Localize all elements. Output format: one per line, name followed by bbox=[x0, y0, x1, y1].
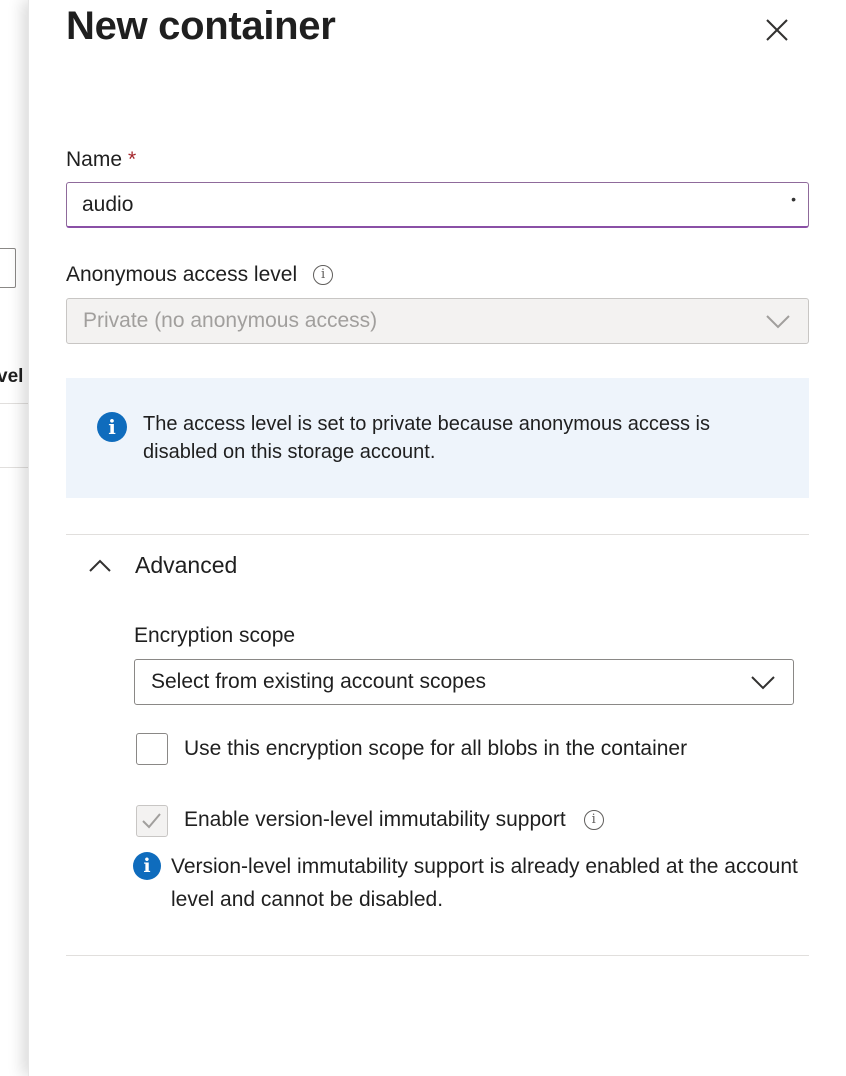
close-icon bbox=[766, 19, 788, 41]
info-icon[interactable]: i bbox=[313, 265, 334, 285]
access-level-selected: Private (no anonymous access) bbox=[83, 309, 378, 332]
advanced-label: Advanced bbox=[135, 552, 238, 578]
background-divider bbox=[0, 403, 28, 404]
immutability-checkbox-text: Enable version-level immutability suppor… bbox=[184, 808, 566, 831]
access-level-dropdown[interactable]: Private (no anonymous access) bbox=[66, 298, 809, 344]
encryption-scope-label: Encryption scope bbox=[134, 624, 296, 647]
chevron-down-icon bbox=[766, 315, 790, 329]
section-divider bbox=[66, 534, 809, 535]
background-divider bbox=[0, 467, 28, 468]
close-button[interactable] bbox=[759, 12, 795, 48]
info-icon[interactable]: i bbox=[583, 810, 604, 830]
immutability-checkbox-label: Enable version-level immutability suppor… bbox=[184, 808, 604, 832]
new-container-panel: New container Name * audio • Anonymous ac… bbox=[28, 0, 846, 1076]
info-filled-icon: i bbox=[97, 412, 127, 442]
background-blade: vel bbox=[0, 0, 28, 1076]
use-scope-checkbox[interactable] bbox=[136, 733, 168, 765]
immutability-note: Version-level immutability support is al… bbox=[171, 855, 798, 911]
use-scope-checkbox-label: Use this encryption scope for all blobs … bbox=[184, 737, 688, 760]
advanced-toggle[interactable]: Advanced bbox=[87, 552, 237, 579]
name-label-text: Name bbox=[66, 148, 123, 171]
name-label: Name * bbox=[66, 148, 136, 172]
info-banner: i The access level is set to private bec… bbox=[66, 378, 809, 498]
access-level-label: Anonymous access level i bbox=[66, 263, 334, 287]
chevron-down-icon bbox=[751, 676, 775, 690]
info-filled-icon: i bbox=[133, 852, 161, 880]
background-partial-label: vel bbox=[0, 366, 24, 387]
access-level-label-text: Anonymous access level bbox=[66, 263, 298, 286]
name-input-value: audio bbox=[82, 192, 134, 216]
immutability-checkbox[interactable] bbox=[136, 805, 168, 837]
panel-title: New container bbox=[66, 4, 336, 48]
background-input bbox=[0, 248, 16, 288]
info-banner-message: The access level is set to private becau… bbox=[143, 413, 710, 463]
required-marker: * bbox=[128, 148, 137, 171]
checkmark-icon bbox=[142, 813, 161, 829]
section-divider bbox=[66, 955, 809, 956]
chevron-up-icon bbox=[89, 559, 111, 572]
encryption-scope-dropdown[interactable]: Select from existing account scopes bbox=[134, 659, 794, 705]
name-input[interactable]: audio • bbox=[66, 182, 809, 228]
input-indicator: • bbox=[791, 191, 796, 207]
encryption-scope-selected: Select from existing account scopes bbox=[151, 670, 486, 693]
